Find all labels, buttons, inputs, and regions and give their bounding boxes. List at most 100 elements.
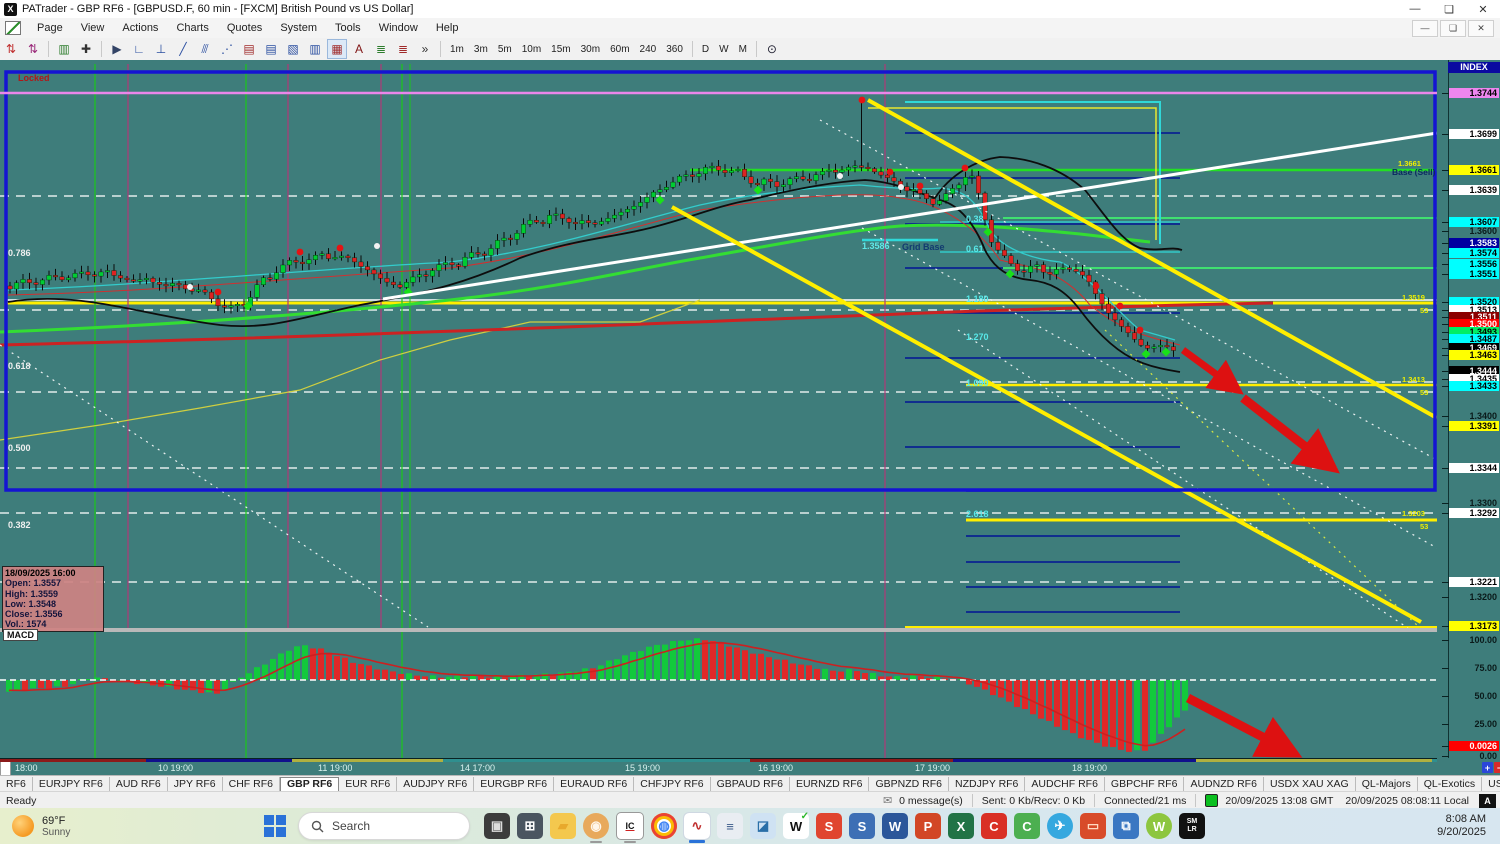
account-icon[interactable]: ◉ — [583, 813, 609, 839]
file-explorer-icon[interactable]: ▰ — [550, 813, 576, 839]
vertical-line-icon[interactable]: ⊥ — [151, 39, 171, 59]
time-axis[interactable]: + − 18:0010 19:0011 19:0014 17:0015 19:0… — [0, 758, 1437, 776]
period-W[interactable]: W — [715, 43, 732, 56]
blue-s-icon[interactable]: S — [849, 813, 875, 839]
ic-app-icon[interactable]: IC — [616, 812, 644, 840]
tab-ql-majors[interactable]: QL-Majors — [1356, 777, 1418, 792]
menu-help[interactable]: Help — [427, 20, 468, 36]
tab-audnzd-rf6[interactable]: AUDNZD RF6 — [1184, 777, 1264, 792]
phone-link-icon[interactable]: ⧉ — [1113, 813, 1139, 839]
chrome-icon[interactable]: ◍ — [651, 813, 677, 839]
price-scale[interactable]: INDEX 1.37441.36991.36611.36391.36071.36… — [1437, 60, 1500, 758]
indicator2-icon[interactable]: ≣ — [393, 39, 413, 59]
excel-icon[interactable]: X — [948, 813, 974, 839]
powerpoint-icon[interactable]: P — [915, 813, 941, 839]
start-button[interactable] — [262, 813, 288, 839]
panel-red-icon[interactable]: ▦ — [327, 39, 347, 59]
tab-jpy-rf6[interactable]: JPY RF6 — [168, 777, 223, 792]
chart-type-icon[interactable]: ▥ — [54, 39, 74, 59]
pin-blue-icon[interactable]: ⇅ — [23, 39, 43, 59]
tab-gbpnzd-rf6[interactable]: GBPNZD RF6 — [869, 777, 949, 792]
period-D[interactable]: D — [698, 43, 713, 56]
clock-icon[interactable]: ⊙ — [762, 39, 782, 59]
menu-page[interactable]: Page — [28, 20, 72, 36]
photos-icon[interactable]: ◪ — [750, 813, 776, 839]
crosshair-icon[interactable]: ✚ — [76, 39, 96, 59]
menu-window[interactable]: Window — [370, 20, 427, 36]
tab-euraud-rf6[interactable]: EURAUD RF6 — [554, 777, 634, 792]
pin-red-icon[interactable]: ⇅ — [1, 39, 21, 59]
green-w-icon[interactable]: W — [1146, 813, 1172, 839]
pointer-icon[interactable]: ▶ — [107, 39, 127, 59]
tab-aud-rf6[interactable]: AUD RF6 — [110, 777, 168, 792]
channel-icon[interactable]: ⫻ — [195, 39, 215, 59]
tab-eurgbp-rf6[interactable]: EURGBP RF6 — [474, 777, 554, 792]
menu-view[interactable]: View — [72, 20, 114, 36]
webull-icon[interactable]: W✓ — [783, 813, 809, 839]
timeframe-3m[interactable]: 3m — [470, 43, 492, 56]
timeframe-5m[interactable]: 5m — [494, 43, 516, 56]
close-button[interactable]: ✕ — [1466, 1, 1500, 18]
period-M[interactable]: M — [735, 43, 751, 56]
restore-button[interactable]: ❏ — [1432, 1, 1466, 18]
angle-line-icon[interactable]: ∟ — [129, 39, 149, 59]
tray-app-icon[interactable]: A — [1479, 794, 1496, 808]
menu-charts[interactable]: Charts — [167, 20, 217, 36]
telegram-icon[interactable]: ✈ — [1047, 813, 1073, 839]
menu-tools[interactable]: Tools — [326, 20, 370, 36]
tab-audchf-rf6[interactable]: AUDCHF RF6 — [1025, 777, 1105, 792]
timeframe-60m[interactable]: 60m — [606, 43, 633, 56]
dark-app-icon[interactable]: ▣ — [484, 813, 510, 839]
red-c-icon[interactable]: C — [981, 813, 1007, 839]
pattern-icon[interactable]: ▧ — [283, 39, 303, 59]
patrader-icon[interactable]: ∿ — [684, 813, 710, 839]
trendline-icon[interactable]: ╱ — [173, 39, 193, 59]
tab-rf6[interactable]: RF6 — [0, 777, 33, 792]
tab-chfjpy-rf6[interactable]: CHFJPY RF6 — [634, 777, 710, 792]
menu-actions[interactable]: Actions — [113, 20, 167, 36]
orange-app-icon[interactable]: ▭ — [1080, 813, 1106, 839]
hlevels2-icon[interactable]: ▤ — [261, 39, 281, 59]
mdi-restore-button[interactable]: ❏ — [1440, 20, 1466, 37]
panel-splitter[interactable] — [0, 628, 1437, 632]
zoom-in-button[interactable]: + — [1482, 762, 1493, 773]
word-icon[interactable]: W — [882, 813, 908, 839]
tab-usdx-rf[interactable]: USDX RF — [1482, 777, 1500, 792]
mdi-close-button[interactable]: ✕ — [1468, 20, 1494, 37]
zoom-out-button[interactable]: − — [1494, 762, 1500, 773]
timeframe-1m[interactable]: 1m — [446, 43, 468, 56]
weather-widget[interactable]: 69°F Sunny — [12, 815, 262, 838]
smlr-icon[interactable]: SM LR — [1179, 813, 1205, 839]
tab-gbpchf-rf6[interactable]: GBPCHF RF6 — [1105, 777, 1185, 792]
tab-eurjpy-rf6[interactable]: EURJPY RF6 — [33, 777, 110, 792]
timeframe-15m[interactable]: 15m — [547, 43, 574, 56]
red-s-icon[interactable]: S — [816, 813, 842, 839]
text-tool-icon[interactable]: A — [349, 39, 369, 59]
calculator-icon[interactable]: ⊞ — [517, 813, 543, 839]
indicator-icon[interactable]: ≣ — [371, 39, 391, 59]
tab-ql-exotics[interactable]: QL-Exotics — [1418, 777, 1482, 792]
taskbar-clock[interactable]: 8:08 AM 9/20/2025 — [1437, 813, 1500, 839]
tab-audjpy-rf6[interactable]: AUDJPY RF6 — [397, 777, 474, 792]
notepad-icon[interactable]: ≡ — [717, 813, 743, 839]
fib-fan-icon[interactable]: ⋰ — [217, 39, 237, 59]
tab-chf-rf6[interactable]: CHF RF6 — [223, 777, 280, 792]
search-box[interactable]: Search — [298, 812, 470, 840]
timeframe-360[interactable]: 360 — [662, 43, 687, 56]
overflow-chevron-icon[interactable]: » — [415, 39, 435, 59]
mdi-minimize-button[interactable]: — — [1412, 20, 1438, 37]
tab-eurnzd-rf6[interactable]: EURNZD RF6 — [790, 777, 870, 792]
menu-system[interactable]: System — [271, 20, 326, 36]
timeframe-30m[interactable]: 30m — [577, 43, 604, 56]
hlevels-icon[interactable]: ▤ — [239, 39, 259, 59]
tab-gbp-rf6[interactable]: GBP RF6 — [280, 777, 339, 792]
menu-quotes[interactable]: Quotes — [218, 20, 271, 36]
green-c-icon[interactable]: C — [1014, 813, 1040, 839]
timeframe-240[interactable]: 240 — [636, 43, 661, 56]
minimize-button[interactable]: — — [1398, 1, 1432, 18]
chart-area[interactable]: Locked 0.7860.6180.5000.382 0.380.611.18… — [0, 60, 1500, 775]
columns-icon[interactable]: ▥ — [305, 39, 325, 59]
tab-eur-rf6[interactable]: EUR RF6 — [339, 777, 397, 792]
tab-usdx-xau-xag[interactable]: USDX XAU XAG — [1264, 777, 1356, 792]
tab-gbpaud-rf6[interactable]: GBPAUD RF6 — [711, 777, 790, 792]
